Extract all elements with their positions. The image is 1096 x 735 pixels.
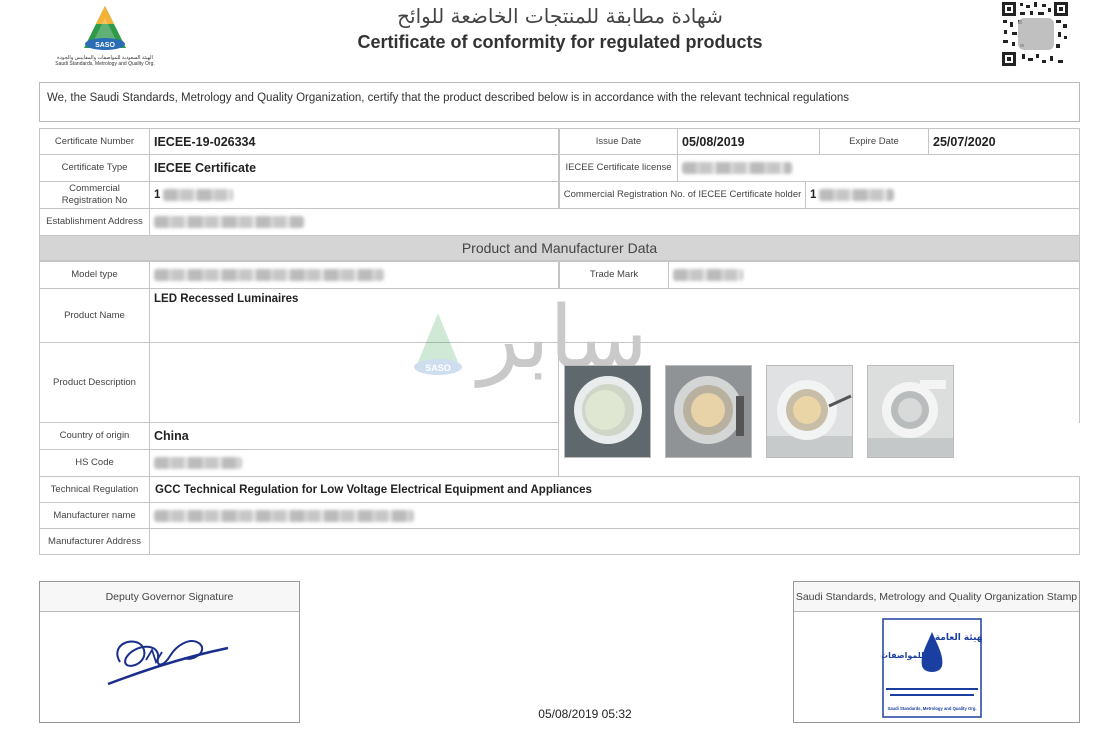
issue-date: 05/08/2019 <box>677 128 820 155</box>
stamp-text-ar-2: للمواصفات <box>882 651 924 660</box>
intro-statement: We, the Saudi Standards, Metrology and Q… <box>39 82 1080 122</box>
product-photo-2 <box>665 365 752 458</box>
certificate-type-label: Certificate Type <box>39 154 150 182</box>
product-name-label: Product Name <box>39 288 150 343</box>
technical-regulation: GCC Technical Regulation for Low Voltage… <box>149 476 1080 503</box>
manufacturer-address-value <box>149 528 1080 555</box>
manufacturer-address-label: Manufacturer Address <box>39 528 150 555</box>
certificate-number: IECEE-19-026334 <box>149 128 559 155</box>
expire-date-label: Expire Date <box>819 128 929 155</box>
technical-regulation-label: Technical Regulation <box>39 476 150 503</box>
watermark-logo-text: SASO <box>425 363 451 373</box>
cr-holder-label: Commercial Registration No. of IECEE Cer… <box>559 181 806 209</box>
commercial-registration-label: Commercial Registration No <box>39 181 150 209</box>
logo-caption: الهيئة السعودية للمواصفات والمقاييس والج… <box>44 55 166 67</box>
product-section-title: Product and Manufacturer Data <box>39 235 1080 261</box>
deputy-signature <box>107 640 229 686</box>
product-description-label: Product Description <box>39 342 150 423</box>
manufacturer-name-value <box>149 502 1080 529</box>
country-of-origin: China <box>149 422 559 450</box>
iecee-license-value <box>677 154 1080 182</box>
issue-date-label: Issue Date <box>559 128 678 155</box>
certificate-type: IECEE Certificate <box>149 154 559 182</box>
country-of-origin-label: Country of origin <box>39 422 150 450</box>
commercial-registration-value: 1 <box>149 181 559 209</box>
cr-holder-value: 1 <box>805 181 1080 209</box>
logo-caption-en: Saudi Standards, Metrology and Quality O… <box>55 61 155 67</box>
product-photo-3 <box>766 365 853 458</box>
model-type-label: Model type <box>39 261 150 289</box>
title-english: Certificate of conformity for regulated … <box>357 32 763 52</box>
product-photo-1 <box>564 365 651 458</box>
hs-code-value <box>149 449 559 477</box>
establishment-address-value <box>149 208 1080 236</box>
print-datetime: 05/08/2019 05:32 <box>538 707 632 721</box>
watermark-logo: SASO <box>414 313 462 375</box>
cr-holder-prefix: 1 <box>810 189 817 201</box>
deputy-signature-box: Deputy Governor Signature <box>39 581 300 723</box>
stamp-text-ar-1: الهيئة العامة <box>935 633 982 643</box>
saso-stamp-box: Saudi Standards, Metrology and Quality O… <box>793 581 1080 723</box>
expire-date: 25/07/2020 <box>928 128 1080 155</box>
model-type-value <box>149 261 559 289</box>
hs-code-label: HS Code <box>39 449 150 477</box>
saso-stamp-label: Saudi Standards, Metrology and Quality O… <box>794 582 1079 612</box>
manufacturer-name-label: Manufacturer name <box>39 502 150 529</box>
saso-logo-text: SASO <box>95 42 115 49</box>
qr-code <box>1000 0 1070 68</box>
saso-stamp: الهيئة العامة للمواصفات Saudi Standards,… <box>882 618 982 718</box>
product-photo-4 <box>867 365 954 458</box>
commercial-registration-prefix: 1 <box>154 189 161 201</box>
trade-mark-value <box>668 261 1080 289</box>
title-arabic: شهادة مطابقة للمنتجات الخاضعة للوائح <box>397 4 723 28</box>
deputy-signature-label: Deputy Governor Signature <box>40 582 299 612</box>
iecee-license-label: IECEE Certificate license <box>559 154 678 182</box>
stamp-text-en: Saudi Standards, Metrology and Quality O… <box>887 706 976 711</box>
certificate-number-label: Certificate Number <box>39 128 150 155</box>
trade-mark-label: Trade Mark <box>559 261 669 289</box>
establishment-address-label: Establishment Address <box>39 208 150 236</box>
